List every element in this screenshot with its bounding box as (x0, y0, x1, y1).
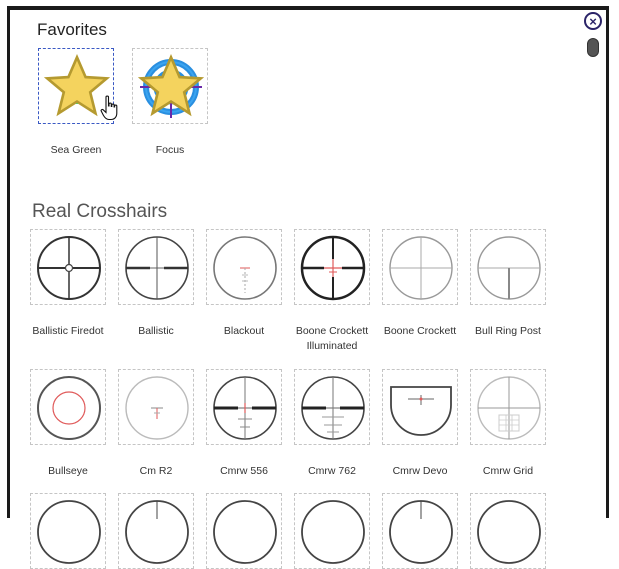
star-icon[interactable] (138, 54, 204, 120)
scope-boone-illuminated-icon (300, 235, 366, 301)
scope-bull-ring-post-icon (477, 236, 541, 300)
close-icon[interactable]: × (584, 12, 602, 30)
scope-cmrw-556-icon (213, 376, 277, 440)
crosshair-label: Bullseye (48, 465, 88, 477)
scope-cm-r2-icon (125, 376, 189, 440)
scope-ballistic-firedot-icon (37, 236, 101, 300)
scope-partial-icon (477, 500, 541, 564)
crosshair-tile-partial[interactable] (470, 493, 546, 569)
real-crosshairs-heading: Real Crosshairs (32, 201, 168, 222)
crosshair-label: Cmrw 762 (308, 465, 356, 477)
scope-cmrw-devo-icon (390, 386, 452, 436)
crosshair-tile-partial[interactable] (118, 493, 194, 569)
crosshair-tile-ballistic-firedot[interactable] (30, 229, 106, 305)
crosshair-label: Ballistic Firedot (32, 325, 104, 337)
crosshair-tile-cmrw-grid[interactable] (470, 369, 546, 445)
favorite-tile-focus[interactable] (132, 48, 208, 124)
favorite-label: Focus (155, 144, 185, 156)
crosshair-label: Boone Crockett Illuminated (284, 324, 380, 354)
scope-partial-icon (213, 500, 277, 564)
scope-cmrw-grid-icon (477, 376, 541, 440)
crosshair-tile-cm-r2[interactable] (118, 369, 194, 445)
crosshair-tile-cmrw-762[interactable] (294, 369, 370, 445)
crosshair-tile-bull-ring-post[interactable] (470, 229, 546, 305)
favorites-heading: Favorites (37, 20, 107, 39)
scope-blackout-icon (213, 236, 277, 300)
crosshair-tile-bullseye[interactable] (30, 369, 106, 445)
favorite-label: Sea Green (50, 144, 102, 156)
crosshair-tile-partial[interactable] (382, 493, 458, 569)
scope-ballistic-icon (125, 236, 189, 300)
crosshair-label: Cm R2 (139, 465, 173, 477)
scope-bullseye-icon (37, 376, 101, 440)
crosshair-tile-partial[interactable] (30, 493, 106, 569)
crosshair-label: Cmrw 556 (220, 465, 268, 477)
crosshair-label: Boone Crockett (383, 325, 457, 337)
crosshair-label-line: Illuminated (306, 340, 358, 352)
crosshair-tile-blackout[interactable] (206, 229, 282, 305)
scope-partial-icon (389, 500, 453, 564)
scope-partial-icon (37, 500, 101, 564)
crosshair-label-line: Boone Crockett (295, 325, 369, 337)
crosshair-tile-ballistic[interactable] (118, 229, 194, 305)
hand-cursor-icon (100, 95, 118, 121)
crosshair-tile-partial[interactable] (206, 493, 282, 569)
scope-partial-icon (125, 500, 189, 564)
crosshair-tile-cmrw-556[interactable] (206, 369, 282, 445)
scrollbar-thumb[interactable] (587, 38, 599, 57)
crosshair-tile-boone-crockett[interactable] (382, 229, 458, 305)
crosshair-tile-cmrw-devo[interactable] (382, 369, 458, 445)
crosshair-label: Bull Ring Post (475, 325, 541, 337)
crosshair-tile-boone-crockett-illuminated[interactable] (294, 229, 370, 305)
crosshair-tile-partial[interactable] (294, 493, 370, 569)
crosshair-label: Cmrw Devo (392, 465, 448, 477)
crosshair-label: Blackout (223, 325, 265, 337)
scope-partial-icon (301, 500, 365, 564)
scope-cmrw-762-icon (301, 376, 365, 440)
crosshair-label: Cmrw Grid (482, 465, 534, 477)
crosshair-label: Ballistic (138, 325, 174, 337)
scope-boone-crockett-icon (389, 236, 453, 300)
